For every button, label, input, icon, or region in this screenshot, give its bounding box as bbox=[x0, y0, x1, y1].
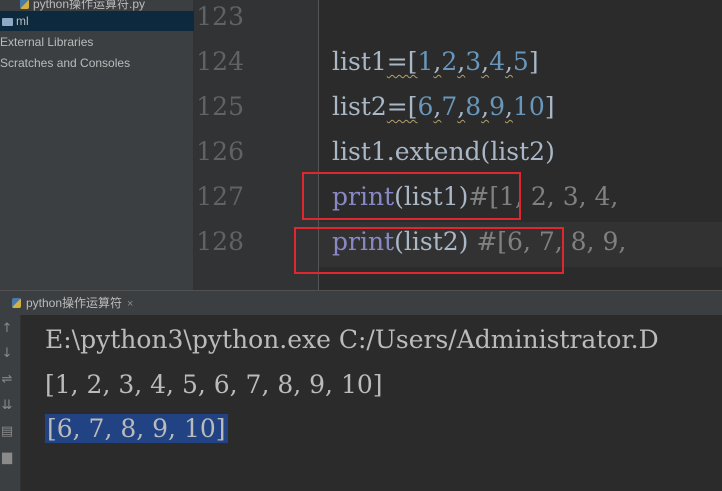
highlight-box-print-list2 bbox=[294, 227, 564, 274]
code-number: 7 bbox=[441, 92, 458, 121]
line-number: 128 bbox=[196, 227, 244, 256]
run-toolbar: ↑ ↓ ⇌ ⇊ ▤ ▆ bbox=[0, 315, 21, 491]
console-output[interactable]: E:\python3\python.exe C:/Users/Administr… bbox=[21, 315, 722, 491]
code-line-126[interactable]: list1.extend(list2) bbox=[332, 137, 555, 166]
code-number: 8 bbox=[465, 92, 482, 121]
code-token: , bbox=[504, 47, 513, 76]
folder-icon bbox=[2, 18, 13, 26]
line-number: 124 bbox=[196, 47, 244, 76]
python-file-icon bbox=[12, 298, 21, 308]
python-file-icon bbox=[20, 0, 29, 9]
tree-item-ml[interactable]: ml bbox=[0, 11, 195, 31]
code-token: ] bbox=[528, 47, 539, 76]
code-editor[interactable]: 123 124 125 126 127 128 list1=[1,2,3,4,5… bbox=[194, 0, 722, 290]
line-number: 126 bbox=[196, 137, 244, 166]
code-token: list1.extend(list2) bbox=[332, 137, 555, 166]
code-token: , bbox=[457, 47, 466, 76]
arrow-up-icon[interactable]: ↑ bbox=[0, 321, 14, 336]
code-number: 10 bbox=[512, 92, 545, 121]
code-token: , bbox=[504, 92, 513, 121]
code-token: list1 bbox=[332, 47, 387, 76]
code-token: , bbox=[481, 47, 490, 76]
run-tab[interactable]: python操作运算符 × bbox=[0, 291, 139, 315]
code-number: 4 bbox=[489, 47, 505, 76]
tree-item-label: python操作运算符.py bbox=[33, 0, 146, 11]
code-token: =[ bbox=[386, 47, 418, 76]
project-panel: python操作运算符.py ml External Libraries Scr… bbox=[0, 0, 195, 290]
highlight-box-print-list1 bbox=[302, 172, 521, 220]
code-number: 9 bbox=[489, 92, 505, 121]
tree-item-label: Scratches and Consoles bbox=[0, 56, 131, 70]
console-line: E:\python3\python.exe C:/Users/Administr… bbox=[45, 325, 659, 354]
tree-item-scratches[interactable]: Scratches and Consoles bbox=[0, 53, 193, 73]
tree-item-label: ml bbox=[16, 14, 29, 28]
tree-item-label: External Libraries bbox=[0, 35, 94, 49]
arrow-down-icon[interactable]: ↓ bbox=[0, 346, 14, 361]
run-panel-header: python操作运算符 × bbox=[0, 290, 722, 316]
run-tab-label: python操作运算符 bbox=[26, 296, 123, 310]
code-number: 2 bbox=[441, 47, 458, 76]
soft-wrap-icon[interactable]: ⇌ bbox=[0, 372, 14, 387]
code-token: , bbox=[481, 92, 490, 121]
code-token: ] bbox=[544, 92, 555, 121]
line-number: 127 bbox=[196, 182, 244, 211]
close-icon[interactable]: × bbox=[127, 298, 133, 310]
code-line-124[interactable]: list1=[1,2,3,4,5] bbox=[332, 47, 539, 76]
code-token: =[ bbox=[386, 92, 418, 121]
scroll-to-end-icon[interactable]: ⇊ bbox=[0, 398, 14, 413]
code-token: list2 bbox=[332, 92, 387, 121]
tree-item-external-libraries[interactable]: External Libraries bbox=[0, 32, 193, 52]
print-icon[interactable]: ▤ bbox=[0, 424, 14, 439]
code-number: 5 bbox=[512, 47, 529, 76]
console-line: [1, 2, 3, 4, 5, 6, 7, 8, 9, 10] bbox=[45, 370, 383, 399]
trash-icon[interactable]: ▆ bbox=[0, 450, 14, 465]
code-line-125[interactable]: list2=[6,7,8,9,10] bbox=[332, 92, 555, 121]
console-line-selected: [6, 7, 8, 9, 10] bbox=[45, 414, 228, 443]
line-number: 125 bbox=[196, 92, 244, 121]
code-number: 6 bbox=[417, 92, 434, 121]
code-number: 3 bbox=[465, 47, 482, 76]
code-token: , bbox=[457, 92, 466, 121]
line-number: 123 bbox=[196, 2, 244, 31]
code-number: 1 bbox=[417, 47, 434, 76]
